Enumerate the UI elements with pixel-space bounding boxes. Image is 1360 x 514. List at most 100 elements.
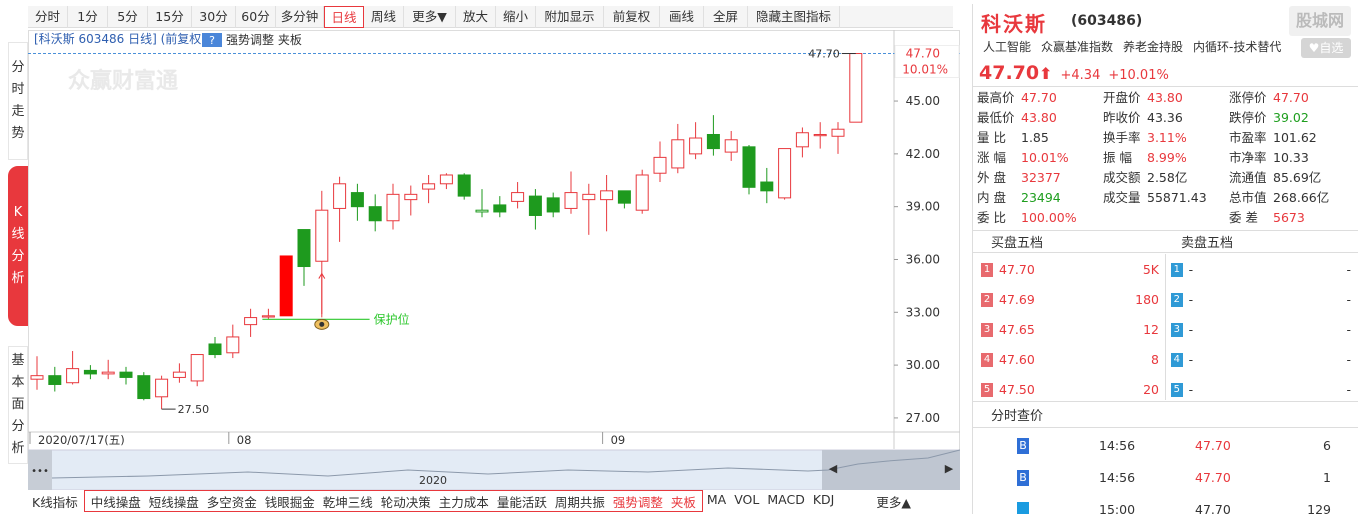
- toolbar-btn-3[interactable]: 15分: [148, 6, 192, 28]
- candle[interactable]: [190, 354, 204, 387]
- candle[interactable]: [386, 183, 400, 230]
- last-price: 47.70⬆: [979, 62, 1053, 84]
- toolbar-btn-9[interactable]: 更多▼: [404, 6, 456, 28]
- toolbar-btn-5[interactable]: 60分: [236, 6, 276, 28]
- candle[interactable]: [742, 145, 756, 195]
- indicator-tab-13[interactable]: MACD: [763, 492, 808, 511]
- toolbar-btn-7[interactable]: 日线: [324, 6, 364, 28]
- quote-panel: 科沃斯 (603486) 股城网 人工智能 众赢基准指数 养老金持股 内循环-技术替代…: [972, 4, 1358, 514]
- candle[interactable]: [511, 182, 525, 209]
- candle[interactable]: [778, 148, 792, 200]
- candle[interactable]: [564, 171, 578, 214]
- candle[interactable]: [795, 127, 809, 158]
- candle[interactable]: [208, 336, 222, 359]
- overview-navigator[interactable]: ••• 2020 ◀ ▶: [28, 449, 960, 490]
- candle[interactable]: [600, 174, 614, 232]
- candle[interactable]: [101, 359, 115, 380]
- candle[interactable]: [66, 351, 80, 385]
- candle[interactable]: [422, 174, 436, 204]
- toolbar-btn-13[interactable]: 前复权: [604, 6, 660, 28]
- candle[interactable]: [261, 308, 275, 320]
- kline-chart[interactable]: [科沃斯 603486 日线] (前复权)? 强势调整 夹板众赢财富通 27.00 3…: [28, 30, 960, 490]
- indicator-tab-4[interactable]: 乾坤三线: [319, 492, 377, 511]
- toolbar-btn-2[interactable]: 5分: [108, 6, 148, 28]
- candle[interactable]: [297, 229, 311, 286]
- candle[interactable]: [119, 366, 133, 385]
- candle[interactable]: [528, 189, 542, 230]
- indicator-tab-15[interactable]: 更多▲: [872, 492, 915, 511]
- quote-value: 1.85: [1021, 130, 1049, 145]
- candle[interactable]: [155, 375, 169, 410]
- candle[interactable]: [172, 363, 186, 383]
- candle[interactable]: [475, 189, 489, 218]
- candle[interactable]: [635, 169, 649, 214]
- candle[interactable]: [617, 190, 631, 209]
- sell-level-badge: 5: [1171, 383, 1183, 397]
- indicator-tab-11[interactable]: MA: [703, 492, 730, 511]
- concept-tag-2[interactable]: 养老金持股: [1123, 38, 1183, 55]
- kline-chart-panel[interactable]: [科沃斯 603486 日线] (前复权)? 强势调整 夹板 众赢财富通 27.00 3…: [28, 30, 960, 490]
- concept-tag-0[interactable]: 人工智能: [983, 38, 1031, 55]
- toolbar-btn-4[interactable]: 30分: [192, 6, 236, 28]
- candle[interactable]: [137, 372, 151, 401]
- candle[interactable]: [404, 185, 418, 216]
- candle[interactable]: [457, 173, 471, 200]
- add-watchlist-button[interactable]: ♥自选: [1301, 38, 1351, 58]
- concept-tag-1[interactable]: 众赢基准指数: [1041, 38, 1113, 55]
- toolbar-btn-0[interactable]: 分时: [28, 6, 68, 28]
- x-tick-label: 2020/07/17(五): [38, 433, 125, 447]
- overview-window[interactable]: [822, 450, 960, 490]
- candle[interactable]: [30, 356, 44, 390]
- indicator-tab-6[interactable]: 主力成本: [435, 492, 493, 511]
- overview-scroll-left-icon[interactable]: ◀: [829, 462, 838, 475]
- toolbar-btn-8[interactable]: 周线: [364, 6, 404, 28]
- candle[interactable]: [724, 130, 738, 161]
- side-tab-kline[interactable]: K线分析: [8, 166, 28, 326]
- indicator-tab-2[interactable]: 多空资金: [203, 492, 261, 511]
- toolbar-btn-10[interactable]: 放大: [456, 6, 496, 28]
- toolbar-btn-12[interactable]: 附加显示: [536, 6, 604, 28]
- candle[interactable]: [226, 324, 240, 359]
- candle[interactable]: [831, 122, 845, 154]
- candle-body: [742, 146, 756, 188]
- indicator-tab-14[interactable]: KDJ: [809, 492, 839, 511]
- candle[interactable]: [333, 176, 347, 242]
- candle[interactable]: [582, 183, 596, 235]
- candle[interactable]: [760, 167, 774, 204]
- side-tab-fundamentals[interactable]: 基本面分析: [8, 346, 28, 464]
- candle[interactable]: [689, 122, 703, 160]
- concept-tag-3[interactable]: 内循环-技术替代: [1193, 38, 1281, 55]
- toolbar-btn-1[interactable]: 1分: [68, 6, 108, 28]
- indicator-tab-3[interactable]: 钱眼掘金: [261, 492, 319, 511]
- candle[interactable]: [653, 141, 667, 183]
- candle[interactable]: [244, 308, 258, 337]
- candle[interactable]: [279, 255, 293, 317]
- indicator-tab-7[interactable]: 量能活跃: [493, 492, 551, 511]
- candle[interactable]: [368, 194, 382, 232]
- candle[interactable]: [350, 183, 364, 221]
- indicator-tab-9[interactable]: 强势调整: [609, 492, 667, 511]
- candle[interactable]: [439, 173, 453, 190]
- toolbar-btn-11[interactable]: 缩小: [496, 6, 536, 28]
- toolbar-btn-6[interactable]: 多分钟: [276, 6, 324, 28]
- side-tab-timeshare[interactable]: 分时走势: [8, 42, 28, 160]
- candle[interactable]: [671, 123, 685, 174]
- toolbar-btn-15[interactable]: 全屏: [704, 6, 748, 28]
- candle[interactable]: [48, 366, 62, 392]
- candle[interactable]: [813, 122, 827, 149]
- indicator-tab-10[interactable]: 夹板: [667, 492, 700, 511]
- indicator-tab-1[interactable]: 短线操盘: [145, 492, 203, 511]
- indicator-tab-12[interactable]: VOL: [730, 492, 763, 511]
- indicator-tab-0[interactable]: 中线操盘: [87, 492, 145, 511]
- candle[interactable]: [83, 365, 97, 380]
- candle[interactable]: [546, 192, 560, 218]
- candle[interactable]: [849, 53, 863, 123]
- toolbar-btn-14[interactable]: 画线: [660, 6, 704, 28]
- indicator-tab-8[interactable]: 周期共振: [551, 492, 609, 511]
- tick-time: 14:56: [1099, 470, 1136, 485]
- candle[interactable]: [493, 196, 507, 218]
- overview-scroll-right-icon[interactable]: ▶: [945, 462, 954, 475]
- indicator-tab-5[interactable]: 轮动决策: [377, 492, 435, 511]
- toolbar-btn-16[interactable]: 隐藏主图指标: [748, 6, 840, 28]
- candle[interactable]: [706, 115, 720, 156]
